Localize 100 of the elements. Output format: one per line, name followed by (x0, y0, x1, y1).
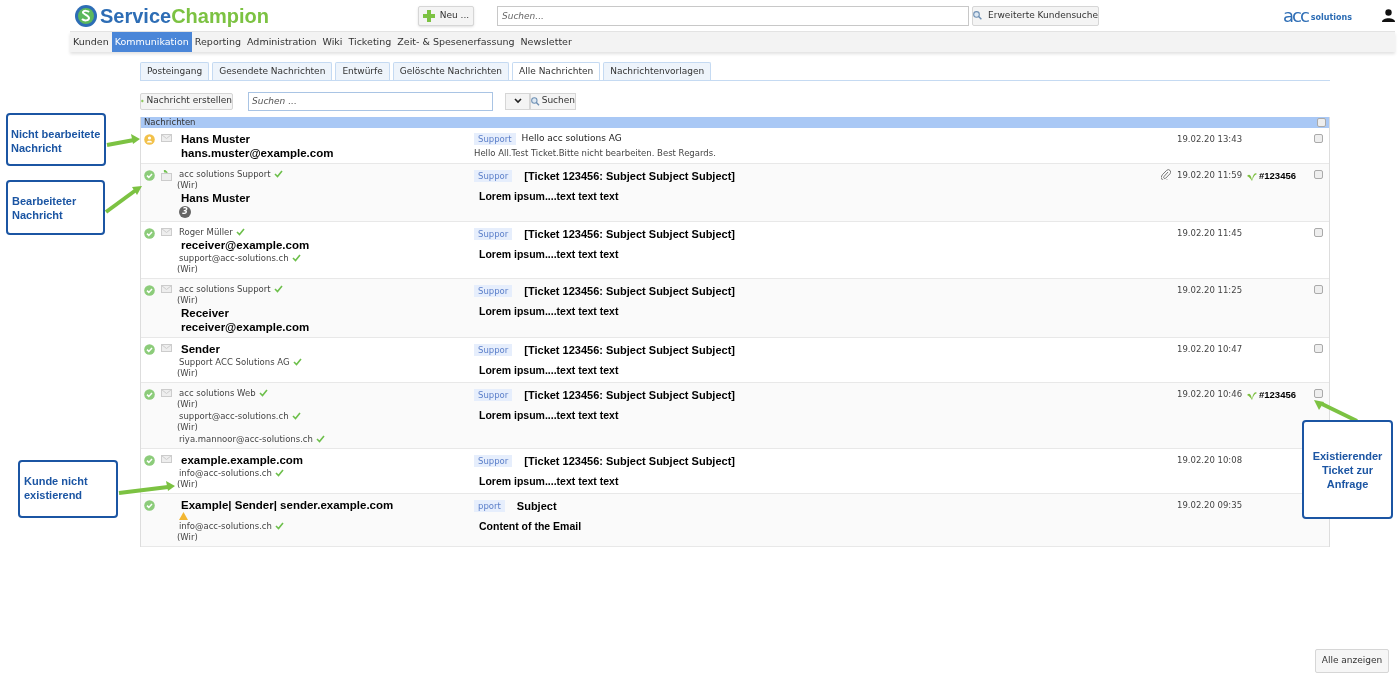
check-status-icon (144, 455, 155, 466)
nav-item[interactable]: Kunden (70, 32, 112, 52)
dropdown-button[interactable] (505, 92, 530, 110)
envelope-icon (161, 285, 172, 293)
search-icon (973, 9, 983, 22)
checkbox[interactable] (1313, 170, 1323, 179)
checkbox[interactable] (1317, 118, 1326, 127)
checkbox[interactable] (1313, 228, 1323, 237)
message-preview: Lorem ipsum....text text text (479, 246, 620, 262)
search-icon (531, 94, 540, 108)
search-button[interactable]: Suchen (530, 92, 576, 110)
check-status-icon (144, 170, 155, 181)
create-message-button[interactable]: Nachricht erstellen (140, 92, 233, 110)
message-subject: [Ticket 123456: Subject Subject Subject] (524, 388, 735, 403)
sender-name: Receiver (180, 306, 229, 320)
check-icon (274, 522, 284, 530)
check-status-icon (144, 389, 155, 400)
sender-address: acc solutions Support (179, 283, 271, 295)
new-button[interactable]: Neu ... (418, 5, 474, 26)
message-subject: [Ticket 123456: Subject Subject Subject] (524, 284, 735, 299)
check-icon (258, 389, 268, 397)
message-date: 19.02.20 10:08 (1177, 454, 1241, 467)
nav-item[interactable]: Wiki (319, 32, 346, 52)
nav-item[interactable]: Kommunikation (111, 32, 192, 52)
check-icon (292, 358, 302, 366)
advanced-search-button[interactable]: Erweiterte Kundensuche (972, 5, 1099, 26)
sender-address: acc solutions Support (179, 168, 271, 180)
arrow (1314, 400, 1358, 423)
tab[interactable]: Gelöschte Nachrichten (392, 62, 510, 80)
leaf-icon (1247, 390, 1257, 400)
sender-note: (Wir) (177, 399, 198, 410)
message-preview: Content of the Email (479, 518, 583, 534)
envelope-icon (161, 134, 172, 142)
tab[interactable]: Gesendete Nachrichten (212, 62, 333, 80)
checkbox[interactable] (1313, 389, 1323, 398)
search-field[interactable]: Suchen ... (248, 91, 493, 111)
message-date: 19.02.20 13:43 (1177, 133, 1241, 146)
logo-text: ServiceChampion (100, 3, 269, 29)
reply-envelope-icon (161, 170, 172, 181)
tag: Suppor (474, 344, 513, 357)
sender-note: (Wir) (177, 422, 198, 433)
tag: Suppor (474, 285, 513, 298)
tab[interactable]: Posteingang (140, 62, 210, 80)
check-status-icon (144, 500, 155, 511)
checkbox[interactable] (1313, 134, 1323, 143)
arrow (118, 481, 175, 495)
sender-note: (Wir) (177, 479, 198, 490)
sender-name: Hans Muster (180, 191, 251, 205)
sender-note: (Wir) (177, 264, 198, 275)
tag: Suppor (474, 228, 513, 241)
nav-item[interactable]: Reporting (191, 32, 244, 52)
check-icon (315, 435, 325, 443)
sender-address: info@acc-solutions.ch (179, 467, 272, 479)
ticket-link[interactable]: #123456 (1259, 169, 1296, 184)
show-all-button[interactable]: Alle anzeigen (1315, 649, 1389, 673)
user-icon[interactable] (1382, 9, 1395, 22)
nav-item[interactable]: Newsletter (517, 32, 575, 52)
checkbox[interactable] (1313, 285, 1323, 294)
sender-name: receiver@example.com (180, 320, 310, 334)
check-icon (291, 412, 301, 420)
message-preview: Lorem ipsum....text text text (479, 362, 620, 378)
paperclip-icon (1161, 169, 1171, 180)
message-preview: Lorem ipsum....text text text (479, 303, 620, 319)
nav-item[interactable]: Administration (244, 32, 320, 52)
message-preview: Hello All.Test Ticket.Bitte nicht bearbeiten. Best Regards. (474, 146, 717, 160)
check-status-icon (144, 344, 155, 355)
message-date: 19.02.20 11:59 (1177, 169, 1241, 182)
person-status-icon (144, 134, 155, 145)
callout-box: Bearbeiteter Nachricht (6, 180, 105, 235)
warning-icon (179, 512, 188, 520)
check-status-icon (144, 285, 155, 296)
tab[interactable]: Alle Nachrichten (512, 62, 601, 80)
checkbox[interactable] (1313, 344, 1323, 353)
check-icon (273, 285, 283, 293)
logo-icon (74, 3, 98, 28)
check-status-icon (144, 228, 155, 239)
sender-note: (Wir) (177, 368, 198, 379)
nav-item[interactable]: Zeit- & Spesenerfassung (394, 32, 518, 52)
sender-name: Hans Muster (180, 132, 251, 146)
message-subject: [Ticket 123456: Subject Subject Subject] (524, 169, 735, 184)
sender-address: Support ACC Solutions AG (179, 356, 290, 368)
arrow (104, 186, 142, 214)
leaf-icon (1247, 171, 1257, 181)
sender-address: support@acc-solutions.ch (179, 410, 289, 422)
message-subject: Hello acc solutions AG (521, 132, 622, 145)
search-field[interactable]: Suchen... (497, 5, 969, 26)
callout-box: Nicht bearbeitete Nachricht (6, 113, 106, 166)
tab[interactable]: Nachrichtenvorlagen (603, 62, 712, 80)
message-date: 19.02.20 11:25 (1177, 284, 1241, 297)
message-preview: Lorem ipsum....text text text (479, 407, 620, 423)
ticket-link[interactable]: #123456 (1259, 388, 1296, 403)
sender-address: acc solutions Web (179, 387, 256, 399)
check-icon (273, 170, 283, 178)
check-icon (235, 228, 245, 236)
sender-note: (Wir) (177, 180, 198, 191)
tab[interactable]: Entwürfe (335, 62, 390, 80)
sender-address: info@acc-solutions.ch (179, 520, 272, 532)
nav-item[interactable]: Ticketing (345, 32, 395, 52)
tag: Suppor (474, 455, 513, 468)
message-preview: Lorem ipsum....text text text (479, 473, 620, 489)
